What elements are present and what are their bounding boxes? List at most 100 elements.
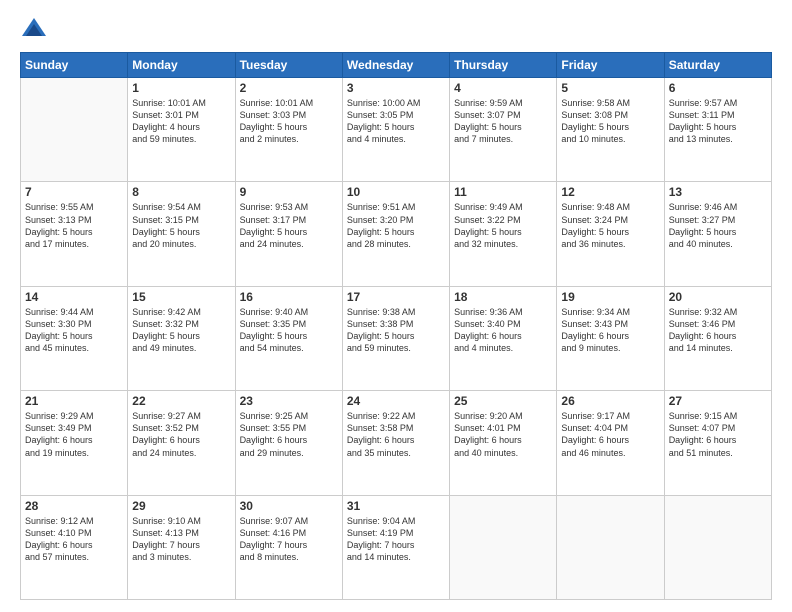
day-number: 20: [669, 290, 767, 304]
day-number: 31: [347, 499, 445, 513]
day-number: 5: [561, 81, 659, 95]
day-info: Sunrise: 9:12 AMSunset: 4:10 PMDaylight:…: [25, 515, 123, 564]
day-info: Sunrise: 9:38 AMSunset: 3:38 PMDaylight:…: [347, 306, 445, 355]
day-info: Sunrise: 9:20 AMSunset: 4:01 PMDaylight:…: [454, 410, 552, 459]
day-cell: 30 Sunrise: 9:07 AMSunset: 4:16 PMDayligh…: [235, 495, 342, 599]
day-cell: 3Sunrise: 10:00 AMSunset: 3:05 PMDayligh…: [342, 78, 449, 182]
day-cell: 9 Sunrise: 9:53 AMSunset: 3:17 PMDaylight…: [235, 182, 342, 286]
day-cell: [21, 78, 128, 182]
page: SundayMondayTuesdayWednesdayThursdayFrid…: [0, 0, 792, 612]
day-info: Sunrise: 9:27 AMSunset: 3:52 PMDaylight:…: [132, 410, 230, 459]
weekday-monday: Monday: [128, 53, 235, 78]
day-number: 25: [454, 394, 552, 408]
day-cell: 1 Sunrise: 10:01 AMSunset: 3:01 PMDayligh…: [128, 78, 235, 182]
day-cell: 11Sunrise: 9:49 AMSunset: 3:22 PMDayligh…: [450, 182, 557, 286]
day-info: Sunrise: 9:36 AMSunset: 3:40 PMDaylight:…: [454, 306, 552, 355]
day-number: 12: [561, 185, 659, 199]
day-number: 27: [669, 394, 767, 408]
day-info: Sunrise: 9:07 AMSunset: 4:16 PMDaylight:…: [240, 515, 338, 564]
day-cell: 4 Sunrise: 9:59 AMSunset: 3:07 PMDaylight…: [450, 78, 557, 182]
day-info: Sunrise: 9:48 AMSunset: 3:24 PMDaylight:…: [561, 201, 659, 250]
day-number: 21: [25, 394, 123, 408]
day-cell: [664, 495, 771, 599]
day-number: 16: [240, 290, 338, 304]
day-number: 2: [240, 81, 338, 95]
day-cell: 16 Sunrise: 9:40 AMSunset: 3:35 PMDayligh…: [235, 286, 342, 390]
day-number: 9: [240, 185, 338, 199]
day-cell: 31 Sunrise: 9:04 AMSunset: 4:19 PMDayligh…: [342, 495, 449, 599]
day-info: Sunrise: 9:22 AMSunset: 3:58 PMDaylight:…: [347, 410, 445, 459]
day-number: 1: [132, 81, 230, 95]
day-info: Sunrise: 9:42 AMSunset: 3:32 PMDaylight:…: [132, 306, 230, 355]
day-info: Sunrise: 10:01 AMSunset: 3:01 PMDaylight…: [132, 97, 230, 146]
logo: [20, 16, 52, 44]
day-cell: 7Sunrise: 9:55 AMSunset: 3:13 PMDaylight…: [21, 182, 128, 286]
day-cell: 14Sunrise: 9:44 AMSunset: 3:30 PMDayligh…: [21, 286, 128, 390]
day-info: Sunrise: 9:04 AMSunset: 4:19 PMDaylight:…: [347, 515, 445, 564]
day-number: 30: [240, 499, 338, 513]
day-number: 18: [454, 290, 552, 304]
day-info: Sunrise: 9:34 AMSunset: 3:43 PMDaylight:…: [561, 306, 659, 355]
day-number: 26: [561, 394, 659, 408]
day-info: Sunrise: 9:59 AMSunset: 3:07 PMDaylight:…: [454, 97, 552, 146]
day-number: 8: [132, 185, 230, 199]
day-cell: [450, 495, 557, 599]
weekday-header-row: SundayMondayTuesdayWednesdayThursdayFrid…: [21, 53, 772, 78]
day-info: Sunrise: 9:29 AMSunset: 3:49 PMDaylight:…: [25, 410, 123, 459]
day-cell: 6 Sunrise: 9:57 AMSunset: 3:11 PMDaylight…: [664, 78, 771, 182]
day-cell: 21 Sunrise: 9:29 AMSunset: 3:49 PMDayligh…: [21, 391, 128, 495]
day-cell: 20 Sunrise: 9:32 AMSunset: 3:46 PMDayligh…: [664, 286, 771, 390]
calendar-table: SundayMondayTuesdayWednesdayThursdayFrid…: [20, 52, 772, 600]
day-number: 6: [669, 81, 767, 95]
day-info: Sunrise: 9:58 AMSunset: 3:08 PMDaylight:…: [561, 97, 659, 146]
day-info: Sunrise: 9:10 AMSunset: 4:13 PMDaylight:…: [132, 515, 230, 564]
week-row-4: 28 Sunrise: 9:12 AMSunset: 4:10 PMDayligh…: [21, 495, 772, 599]
day-cell: 24Sunrise: 9:22 AMSunset: 3:58 PMDayligh…: [342, 391, 449, 495]
day-info: Sunrise: 9:25 AMSunset: 3:55 PMDaylight:…: [240, 410, 338, 459]
day-cell: 2 Sunrise: 10:01 AMSunset: 3:03 PMDayligh…: [235, 78, 342, 182]
day-number: 4: [454, 81, 552, 95]
day-cell: 25 Sunrise: 9:20 AMSunset: 4:01 PMDayligh…: [450, 391, 557, 495]
day-number: 7: [25, 185, 123, 199]
day-info: Sunrise: 9:51 AMSunset: 3:20 PMDaylight:…: [347, 201, 445, 250]
weekday-tuesday: Tuesday: [235, 53, 342, 78]
day-cell: 28 Sunrise: 9:12 AMSunset: 4:10 PMDayligh…: [21, 495, 128, 599]
day-info: Sunrise: 10:01 AMSunset: 3:03 PMDaylight…: [240, 97, 338, 146]
weekday-wednesday: Wednesday: [342, 53, 449, 78]
day-number: 29: [132, 499, 230, 513]
day-cell: 19Sunrise: 9:34 AMSunset: 3:43 PMDayligh…: [557, 286, 664, 390]
day-cell: 5 Sunrise: 9:58 AMSunset: 3:08 PMDaylight…: [557, 78, 664, 182]
day-number: 28: [25, 499, 123, 513]
day-number: 22: [132, 394, 230, 408]
day-number: 13: [669, 185, 767, 199]
day-info: Sunrise: 9:17 AMSunset: 4:04 PMDaylight:…: [561, 410, 659, 459]
day-info: Sunrise: 9:49 AMSunset: 3:22 PMDaylight:…: [454, 201, 552, 250]
weekday-thursday: Thursday: [450, 53, 557, 78]
day-info: Sunrise: 9:40 AMSunset: 3:35 PMDaylight:…: [240, 306, 338, 355]
day-info: Sunrise: 9:32 AMSunset: 3:46 PMDaylight:…: [669, 306, 767, 355]
day-cell: 23 Sunrise: 9:25 AMSunset: 3:55 PMDayligh…: [235, 391, 342, 495]
day-cell: 26 Sunrise: 9:17 AMSunset: 4:04 PMDayligh…: [557, 391, 664, 495]
day-info: Sunrise: 9:54 AMSunset: 3:15 PMDaylight:…: [132, 201, 230, 250]
week-row-3: 21 Sunrise: 9:29 AMSunset: 3:49 PMDayligh…: [21, 391, 772, 495]
day-number: 10: [347, 185, 445, 199]
day-cell: 13 Sunrise: 9:46 AMSunset: 3:27 PMDayligh…: [664, 182, 771, 286]
day-cell: 29 Sunrise: 9:10 AMSunset: 4:13 PMDayligh…: [128, 495, 235, 599]
weekday-saturday: Saturday: [664, 53, 771, 78]
logo-icon: [20, 16, 48, 44]
day-cell: 18 Sunrise: 9:36 AMSunset: 3:40 PMDayligh…: [450, 286, 557, 390]
day-info: Sunrise: 9:15 AMSunset: 4:07 PMDaylight:…: [669, 410, 767, 459]
day-cell: 17Sunrise: 9:38 AMSunset: 3:38 PMDayligh…: [342, 286, 449, 390]
header: [20, 16, 772, 44]
day-number: 23: [240, 394, 338, 408]
week-row-0: 1 Sunrise: 10:01 AMSunset: 3:01 PMDayligh…: [21, 78, 772, 182]
day-cell: 22 Sunrise: 9:27 AMSunset: 3:52 PMDayligh…: [128, 391, 235, 495]
day-cell: [557, 495, 664, 599]
weekday-friday: Friday: [557, 53, 664, 78]
day-info: Sunrise: 9:44 AMSunset: 3:30 PMDaylight:…: [25, 306, 123, 355]
day-info: Sunrise: 9:57 AMSunset: 3:11 PMDaylight:…: [669, 97, 767, 146]
day-info: Sunrise: 10:00 AMSunset: 3:05 PMDaylight…: [347, 97, 445, 146]
weekday-sunday: Sunday: [21, 53, 128, 78]
day-info: Sunrise: 9:53 AMSunset: 3:17 PMDaylight:…: [240, 201, 338, 250]
day-info: Sunrise: 9:46 AMSunset: 3:27 PMDaylight:…: [669, 201, 767, 250]
